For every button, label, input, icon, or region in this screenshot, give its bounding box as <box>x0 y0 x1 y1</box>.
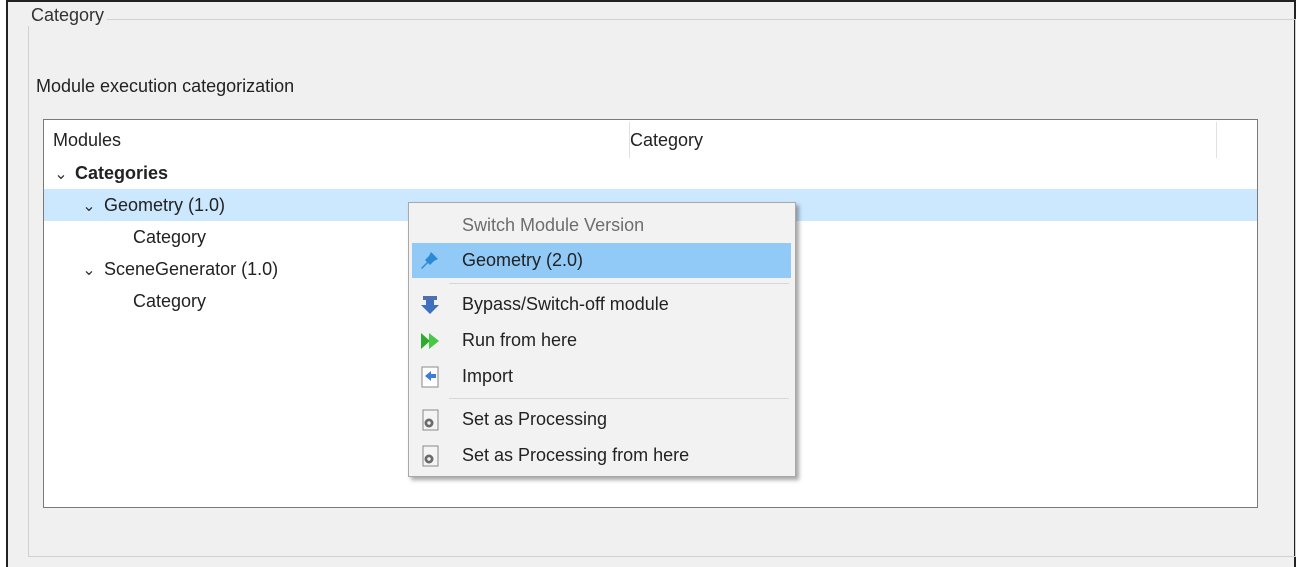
menu-item-switch-module-version: Switch Module Version <box>462 215 645 235</box>
tree-row-label: Categories <box>75 163 169 183</box>
column-divider[interactable] <box>1216 122 1217 158</box>
tree-row-categories[interactable]: ⌄ Categories <box>44 157 1257 189</box>
column-header-category[interactable]: Category <box>630 120 703 160</box>
tree-row-label: Geometry (1.0) <box>104 195 226 215</box>
menu-item-geometry-2-0[interactable]: Geometry (2.0) <box>412 243 791 278</box>
menu-item-bypass-module[interactable]: Bypass/Switch-off module <box>412 287 791 322</box>
column-header-modules[interactable]: Modules <box>53 120 121 160</box>
menu-separator <box>449 283 789 284</box>
menu-item-set-as-processing-from-here[interactable]: Set as Processing from here <box>412 438 791 473</box>
menu-separator <box>449 398 789 399</box>
chevron-down-icon[interactable]: ⌄ <box>81 253 97 287</box>
import-icon <box>421 366 439 388</box>
processing-gear-icon <box>422 445 439 467</box>
tree-row-label: Category <box>133 227 207 247</box>
chevron-down-icon[interactable]: ⌄ <box>81 189 97 223</box>
menu-item-import[interactable]: Import <box>412 359 791 394</box>
pin-icon <box>421 252 438 269</box>
run-forward-icon <box>421 333 439 349</box>
tree-row-label: Category <box>133 291 207 311</box>
tree-header: Modules Category <box>44 120 1257 160</box>
chevron-down-icon[interactable]: ⌄ <box>53 157 69 191</box>
menu-item-run-from-here[interactable]: Run from here <box>412 323 791 358</box>
groupbox-title: Category <box>28 5 108 26</box>
processing-gear-icon <box>422 409 439 431</box>
section-label: Module execution categorization <box>36 76 295 96</box>
menu-item-set-as-processing[interactable]: Set as Processing <box>412 402 791 437</box>
tree-row-label: SceneGenerator (1.0) <box>104 259 279 279</box>
bypass-arrow-icon <box>421 296 439 314</box>
context-menu: Switch Module Version Geometry (2.0) Byp… <box>408 202 796 477</box>
